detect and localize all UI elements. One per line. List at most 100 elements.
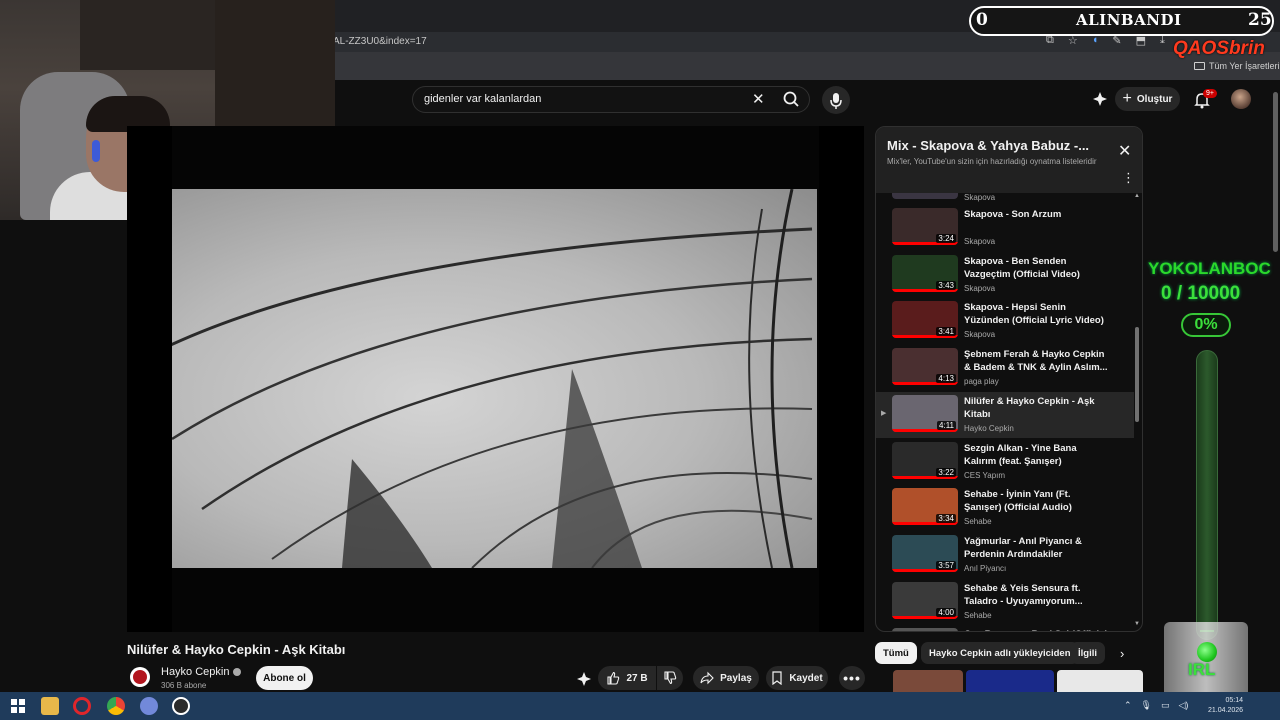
opera-icon[interactable]	[73, 697, 91, 715]
recommendation-thumbnail[interactable]	[1057, 670, 1143, 694]
channel-avatar[interactable]	[130, 667, 150, 687]
webcam-shelf	[80, 0, 220, 70]
create-button[interactable]: + Oluştur	[1115, 87, 1180, 111]
mix-playlist-panel: Mix - Skapova & Yahya Babuz -... Mix'ler…	[875, 126, 1143, 632]
video-title: Nilüfer & Hayko Cepkin - Aşk Kitabı	[127, 642, 346, 657]
playlist-item-title[interactable]: Skapova - Ben Senden Vazgeçtim (Official…	[964, 255, 1110, 281]
chevron-up-icon[interactable]: ⌃	[1124, 700, 1132, 711]
playlist-item[interactable]: 4:00 Sehabe & Yeis Sensura ft. Taladro - …	[876, 579, 1134, 625]
all-bookmarks[interactable]: Tüm Yer İşaretleri	[1194, 61, 1280, 71]
playlist-item-thumbnail[interactable]	[892, 628, 958, 631]
playlist-item[interactable]: 3:41 Skapova - Hepsi Senin Yüzünden (Offi…	[876, 298, 1134, 344]
playlist-items: Skapova 3:24 Skapova - Son Arzum Skapova 3:…	[876, 193, 1142, 631]
chip-uploader[interactable]: Hayko Cepkin adlı yükleyiciden	[921, 642, 1079, 664]
playlist-item-thumbnail[interactable]: 4:13	[892, 348, 958, 386]
playlist-item-thumbnail[interactable]: 4:00	[892, 581, 958, 619]
video-duration: 3:34	[936, 514, 956, 524]
playlist-item-thumbnail[interactable]: 3:57	[892, 534, 958, 572]
playlist-item[interactable]: 3:57 Yağmurlar - Anıl Piyancı & Perdenin …	[876, 532, 1134, 578]
playlist-item-thumbnail[interactable]: 3:43	[892, 254, 958, 292]
playlist-scrollbar[interactable]	[1135, 327, 1139, 422]
clear-search-icon[interactable]: ✕	[752, 90, 765, 108]
microphone-icon	[830, 93, 842, 109]
search-query[interactable]: gidenler var kalanlardan	[424, 93, 541, 105]
page-scrollbar-thumb[interactable]	[1273, 92, 1278, 252]
taskbar-clock[interactable]: 05:14 21.04.2026	[1208, 696, 1243, 716]
account-avatar[interactable]	[1231, 89, 1251, 109]
network-icon[interactable]: ▭	[1161, 700, 1170, 711]
playlist-item-title[interactable]: Sezgin Alkan - Yine Bana Kalırım (feat. …	[964, 442, 1110, 468]
playlist-item-thumbnail[interactable]: 3:41	[892, 301, 958, 339]
playlist-partial-thumbnail[interactable]	[892, 193, 958, 199]
save-button[interactable]: Kaydet	[766, 666, 828, 690]
playlist-item-thumbnail[interactable]: 3:34	[892, 488, 958, 526]
like-button[interactable]: 27 B	[598, 666, 656, 690]
windows-taskbar	[0, 692, 1280, 720]
goal-percent: 0%	[1181, 313, 1231, 337]
notification-badge: 9+	[1203, 89, 1217, 98]
recommendation-thumbnail[interactable]	[893, 670, 963, 694]
playlist-item[interactable]: 3:24 Skapova - Son Arzum Skapova	[876, 205, 1134, 251]
search-button[interactable]	[778, 86, 808, 113]
more-vertical-icon[interactable]: ⋮	[1122, 171, 1135, 184]
playlist-item-title[interactable]: Nilüfer & Hayko Cepkin - Aşk Kitabı	[964, 395, 1110, 421]
chip-all[interactable]: Tümü	[875, 642, 917, 664]
dislike-button[interactable]	[657, 666, 683, 690]
video-duration: 4:13	[936, 374, 956, 384]
url-text[interactable]: AL-ZZ3U0&index=17	[333, 36, 427, 47]
playlist-item-title[interactable]: Sehabe & Yeis Sensura ft. Taladro - Uyuy…	[964, 582, 1110, 608]
file-explorer-icon[interactable]	[41, 697, 59, 715]
ask-ai-icon[interactable]	[1092, 91, 1108, 107]
playlist-item[interactable]: ▶ 4:11 Nilüfer & Hayko Cepkin - Aşk Kitabı…	[876, 391, 1134, 438]
playlist-item[interactable]: 3:34 Sehabe - İyinin Yanı (Ft. Şanışer) (…	[876, 485, 1134, 531]
thumbs-up-icon	[607, 671, 620, 685]
plus-icon: +	[1122, 90, 1132, 107]
goal-thermometer-bulb	[1197, 642, 1217, 662]
playlist-item[interactable]: 4:13 Şebnem Ferah & Hayko Cepkin & Badem …	[876, 345, 1134, 391]
video-duration: 3:22	[936, 467, 956, 477]
voice-search-button[interactable]	[822, 86, 850, 114]
playlist-item-thumbnail[interactable]: 4:11	[892, 394, 958, 432]
ask-ai-button[interactable]	[576, 671, 592, 687]
subscribe-button[interactable]: Abone ol	[256, 666, 313, 690]
playlist-item[interactable]: Can Bonomo - Beni Sal (Official	[876, 625, 1134, 631]
goal-thermometer	[1196, 350, 1218, 640]
share-label: Paylaş	[720, 672, 752, 684]
microphone-tray-icon[interactable]: 🎙	[1141, 700, 1152, 711]
playlist-item-thumbnail[interactable]: 3:24	[892, 208, 958, 245]
video-duration: 3:43	[936, 280, 956, 290]
playlist-item-title[interactable]: Sehabe - İyinin Yanı (Ft. Şanışer) (Offi…	[964, 488, 1110, 514]
chip-related[interactable]: İlgili	[1070, 642, 1105, 664]
close-icon[interactable]: ✕	[1118, 141, 1131, 161]
share-button[interactable]: Paylaş	[693, 666, 759, 690]
playlist-item[interactable]: 3:43 Skapova - Ben Senden Vazgeçtim (Offi…	[876, 252, 1134, 298]
system-tray: ⌃ 🎙 ▭ ◁)	[1124, 700, 1188, 711]
chevron-right-icon[interactable]: ›	[1120, 646, 1124, 661]
playlist-item-channel: Sehabe	[964, 610, 992, 620]
obs-icon[interactable]	[172, 697, 190, 715]
scroll-down-icon[interactable]: ▼	[1134, 621, 1140, 627]
discord-icon[interactable]	[140, 697, 158, 715]
subscriber-count: 306 B abone	[161, 681, 207, 690]
recommendation-thumbnail[interactable]	[966, 670, 1054, 694]
more-actions-button[interactable]: •••	[839, 666, 865, 690]
playlist-item-thumbnail[interactable]: 3:22	[892, 441, 958, 479]
create-label: Oluştur	[1136, 93, 1173, 105]
playlist-item-title[interactable]: Şebnem Ferah & Hayko Cepkin & Badem & TN…	[964, 348, 1110, 374]
video-frame[interactable]	[172, 189, 817, 568]
playlist-item-title[interactable]: Skapova - Son Arzum	[964, 208, 1110, 221]
playlist-item-title[interactable]: Can Bonomo - Beni Sal (Official	[964, 628, 1110, 631]
playlist-partial-channel: Skapova	[964, 193, 996, 202]
channel-name[interactable]: Hayko Cepkin	[161, 666, 229, 678]
playlist-subtitle: Mix'ler, YouTube'un sizin için hazırladı…	[887, 157, 1097, 166]
channel-name-row[interactable]: Hayko Cepkin	[161, 666, 242, 678]
volume-icon[interactable]: ◁)	[1179, 700, 1189, 711]
playlist-item-title[interactable]: Skapova - Hepsi Senin Yüzünden (Official…	[964, 301, 1110, 327]
playlist-item[interactable]: 3:22 Sezgin Alkan - Yine Bana Kalırım (fe…	[876, 439, 1134, 485]
channel-avatar-image	[133, 670, 147, 684]
chrome-icon[interactable]	[107, 697, 125, 715]
scroll-up-icon[interactable]: ▲	[1134, 193, 1140, 199]
windows-start-icon[interactable]	[9, 697, 27, 715]
playlist-item-title[interactable]: Yağmurlar - Anıl Piyancı & Perdenin Ardı…	[964, 535, 1110, 561]
playlist-title[interactable]: Mix - Skapova & Yahya Babuz -...	[887, 138, 1089, 153]
